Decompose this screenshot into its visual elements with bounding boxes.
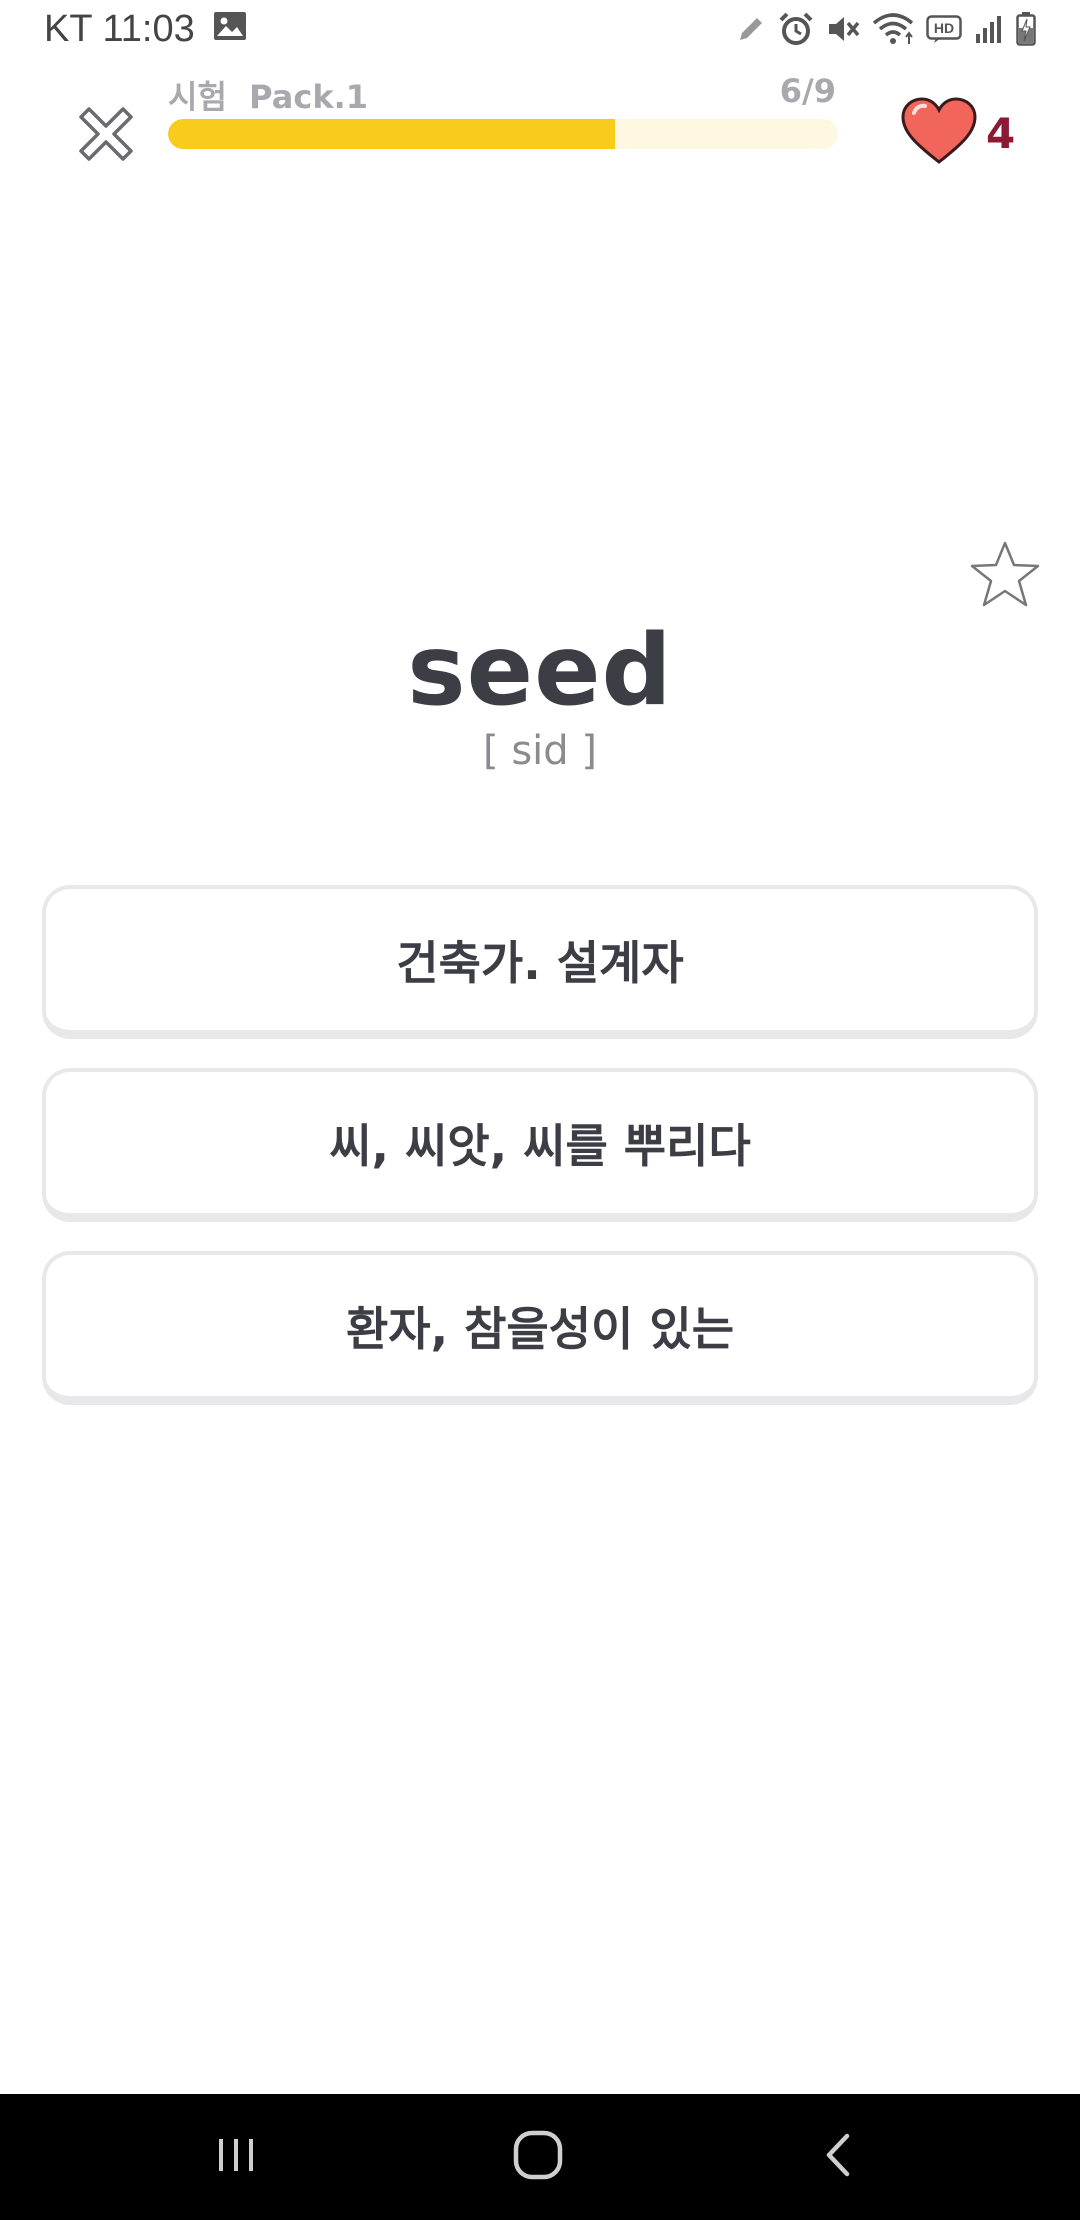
- home-button[interactable]: [498, 2124, 578, 2190]
- mute-icon: [826, 13, 860, 45]
- status-time-block: KT 11:03: [44, 8, 195, 51]
- vocab-word: seed: [407, 614, 673, 728]
- close-button[interactable]: [66, 96, 146, 176]
- hd-icon: HD: [926, 15, 962, 43]
- answer-choice-3[interactable]: 환자, 참을성이 있는: [42, 1251, 1038, 1405]
- recent-apps-icon: [211, 2130, 261, 2184]
- wifi-icon: [872, 13, 914, 45]
- signal-icon: [974, 14, 1004, 44]
- answer-choice-2[interactable]: 씨, 씨앗, 씨를 뿌리다: [42, 1068, 1038, 1222]
- heart-icon: [900, 96, 978, 170]
- bookmark-button[interactable]: [968, 538, 1042, 612]
- back-button[interactable]: [800, 2124, 880, 2190]
- battery-charging-icon: [1016, 12, 1036, 46]
- progress-bar-fill: [168, 119, 615, 149]
- answer-choices: 건축가. 설계자 씨, 씨앗, 씨를 뿌리다 환자, 참을성이 있는: [42, 885, 1038, 1434]
- recent-apps-button[interactable]: [196, 2124, 276, 2190]
- quiz-screen: KT 11:03 HD 시험 Pack.1 6/9 4 seed [sid]…: [0, 0, 1080, 2220]
- lives-indicator: 4: [900, 96, 1015, 170]
- status-left: KT 11:03: [44, 8, 247, 51]
- progress-count: 6/9: [779, 72, 836, 110]
- lives-count: 4: [986, 108, 1016, 158]
- svg-text:HD: HD: [934, 20, 954, 36]
- navigation-bar: [0, 2094, 1080, 2220]
- carrier: KT: [44, 8, 92, 50]
- alarm-icon: [778, 12, 814, 46]
- pronunciation: [ sid ]: [483, 728, 597, 774]
- status-time: 11:03: [102, 8, 195, 50]
- pack-label: 시험 Pack.1: [168, 78, 369, 116]
- image-icon: [213, 8, 247, 51]
- answer-choice-1[interactable]: 건축가. 설계자: [42, 885, 1038, 1039]
- status-bar: KT 11:03 HD: [0, 0, 1080, 64]
- progress-bar: [168, 119, 838, 149]
- pencil-icon: [736, 14, 766, 44]
- close-icon: [73, 101, 139, 171]
- status-icons: HD: [736, 12, 1036, 46]
- home-icon: [510, 2127, 566, 2187]
- back-icon: [815, 2130, 865, 2184]
